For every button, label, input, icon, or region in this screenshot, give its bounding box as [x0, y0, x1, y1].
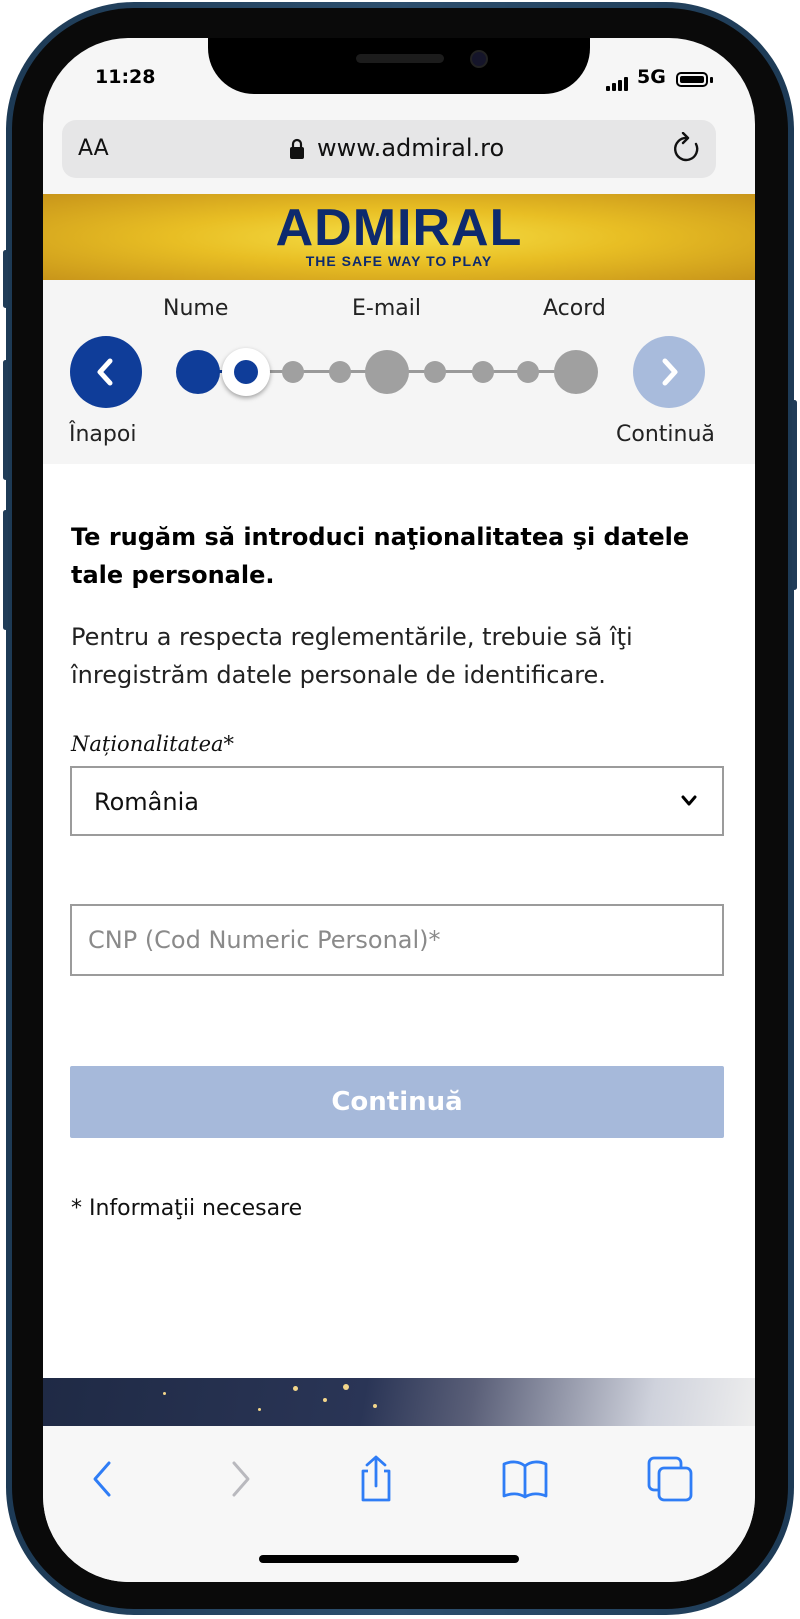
step-dot-3	[282, 361, 304, 383]
back-button[interactable]	[70, 336, 142, 408]
sparkle	[163, 1392, 166, 1395]
power-button	[792, 400, 797, 590]
sparkle	[343, 1384, 349, 1390]
step-label-email: E-mail	[352, 296, 421, 321]
phone-screen: 11:28 5G AA www.admiral.ro ADMIRAL THE S…	[43, 38, 755, 1582]
tabs-icon[interactable]	[645, 1454, 695, 1504]
reload-icon[interactable]	[671, 132, 703, 166]
bookmarks-icon[interactable]	[500, 1454, 550, 1504]
share-icon[interactable]	[351, 1454, 401, 1504]
status-time: 11:28	[95, 66, 156, 88]
step-dot-7	[472, 361, 494, 383]
step-dot-5	[365, 350, 409, 394]
home-indicator[interactable]	[259, 1555, 519, 1563]
step-dot-6	[424, 361, 446, 383]
continue-button[interactable]: Continuă	[70, 1066, 724, 1138]
registration-stepper: Nume E-mail Acord Înapoi Continuă	[43, 280, 755, 464]
url-text[interactable]: www.admiral.ro	[317, 134, 504, 162]
nationality-select[interactable]: România	[70, 766, 724, 836]
brand-tagline: THE SAFE WAY TO PLAY	[305, 253, 493, 269]
sparkle	[258, 1408, 261, 1411]
required-note: * Informaţii necesare	[71, 1196, 303, 1221]
notch	[208, 38, 590, 94]
step-dot-1	[176, 350, 220, 394]
nationality-label: Naționalitatea*	[71, 732, 235, 756]
step-dot-9	[554, 350, 598, 394]
chevron-down-icon	[681, 795, 697, 806]
form-description: Pentru a respecta reglementările, trebui…	[71, 623, 633, 689]
front-camera	[470, 50, 488, 68]
step-dot-current-inner	[234, 360, 258, 384]
step-dot-8	[517, 361, 539, 383]
chevron-right-icon	[662, 358, 678, 386]
text-size-label: AA	[78, 136, 109, 161]
battery-cap	[710, 77, 713, 83]
sparkle	[293, 1386, 298, 1391]
volume-down-button	[3, 510, 8, 630]
address-bar[interactable]: AA www.admiral.ro	[62, 120, 716, 178]
speaker	[356, 54, 444, 63]
brand-banner: ADMIRAL THE SAFE WAY TO PLAY	[43, 194, 755, 280]
action-button	[3, 250, 8, 308]
cnp-field[interactable]	[70, 904, 724, 976]
back-icon[interactable]	[79, 1454, 129, 1504]
network-type: 5G	[637, 66, 666, 88]
form-title: Te rugăm să introduci naţionalitatea şi …	[71, 523, 690, 589]
nationality-value: România	[94, 788, 199, 816]
sparkle	[373, 1404, 377, 1408]
step-label-name: Nume	[163, 296, 229, 321]
chevron-left-icon	[97, 358, 113, 386]
lock-icon	[290, 138, 304, 159]
volume-up-button	[3, 360, 8, 480]
back-label[interactable]: Înapoi	[69, 422, 136, 447]
next-button[interactable]	[633, 336, 705, 408]
forward-icon[interactable]	[214, 1454, 264, 1504]
signal-icon	[606, 72, 630, 91]
battery-icon	[676, 72, 708, 87]
next-label[interactable]: Continuă	[616, 422, 715, 447]
sparkle	[323, 1398, 327, 1402]
step-dot-4	[329, 361, 351, 383]
text-size-button[interactable]: AA	[78, 136, 109, 161]
step-label-agreement: Acord	[543, 296, 606, 321]
admiral-logo[interactable]: ADMIRAL	[43, 198, 755, 258]
step-dot-current	[222, 348, 270, 396]
cnp-input[interactable]	[72, 906, 722, 974]
